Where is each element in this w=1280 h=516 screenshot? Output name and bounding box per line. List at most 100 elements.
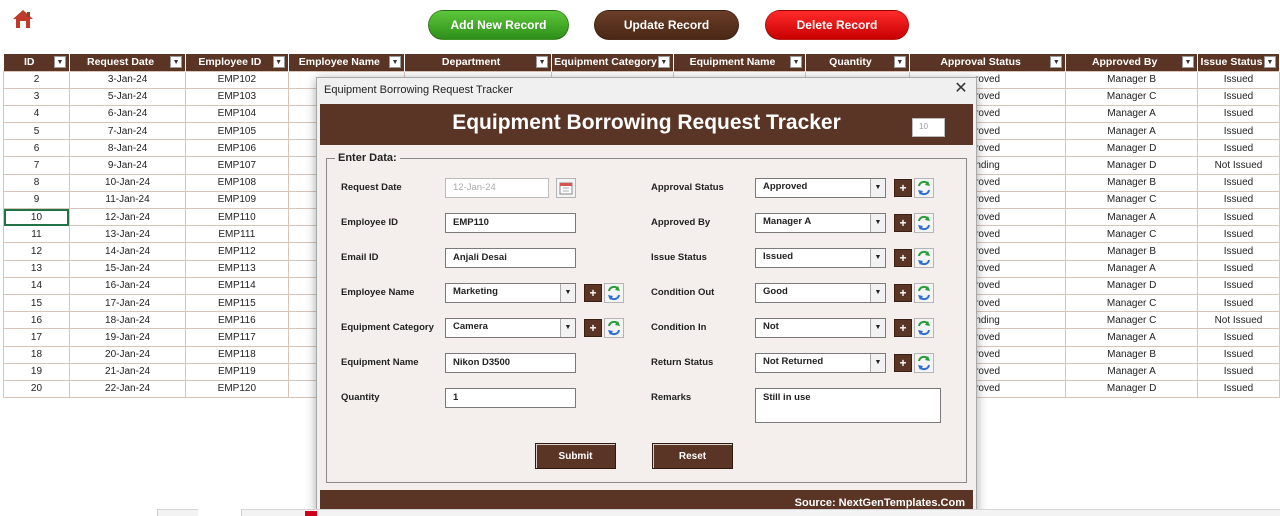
table-cell[interactable]: Manager A <box>1065 104 1198 124</box>
table-cell[interactable]: EMP102 <box>185 70 289 89</box>
table-cell[interactable]: Issued <box>1196 379 1280 399</box>
return-status-combo[interactable]: Not Returned ▼ <box>755 353 886 373</box>
add-condition-out-button[interactable]: + <box>894 284 912 302</box>
table-cell[interactable]: Manager A <box>1065 122 1198 141</box>
sheet-tab[interactable] <box>0 509 158 516</box>
table-cell[interactable]: 5 <box>3 122 70 141</box>
table-cell[interactable]: 15 <box>3 293 70 313</box>
table-cell[interactable]: Issued <box>1196 70 1280 89</box>
table-cell[interactable]: 14-Jan-24 <box>68 242 187 261</box>
column-header[interactable]: Issue Status ▼ <box>1197 54 1280 71</box>
table-cell[interactable]: Issued <box>1196 259 1280 278</box>
record-number-field[interactable]: 10 <box>912 118 945 137</box>
table-cell[interactable]: EMP119 <box>185 362 289 381</box>
chevron-down-icon[interactable]: ▼ <box>870 214 885 232</box>
table-cell[interactable]: Issued <box>1196 328 1280 347</box>
table-cell[interactable]: 19-Jan-24 <box>68 328 187 347</box>
column-header[interactable]: Approved By ▼ <box>1065 54 1198 71</box>
condition-out-combo[interactable]: Good ▼ <box>755 283 886 303</box>
table-cell[interactable]: 16-Jan-24 <box>68 276 187 295</box>
table-cell[interactable]: Manager A <box>1065 207 1198 227</box>
quantity-input[interactable]: 1 <box>445 388 576 408</box>
table-cell[interactable]: Manager D <box>1065 276 1198 295</box>
table-cell[interactable]: Manager D <box>1065 379 1198 399</box>
table-cell[interactable]: EMP118 <box>185 345 289 364</box>
table-cell[interactable]: Manager D <box>1065 156 1198 175</box>
chevron-down-icon[interactable]: ▼ <box>870 284 885 302</box>
table-cell[interactable]: Issued <box>1196 362 1280 381</box>
table-cell[interactable]: Issued <box>1196 104 1280 124</box>
table-cell[interactable]: 11 <box>3 225 70 244</box>
table-cell[interactable]: 18 <box>3 345 70 364</box>
table-cell[interactable]: EMP120 <box>185 379 289 399</box>
table-cell[interactable]: 9 <box>3 190 70 210</box>
table-cell[interactable]: Manager B <box>1065 242 1198 261</box>
table-cell[interactable]: Issued <box>1196 242 1280 261</box>
table-cell[interactable]: 5-Jan-24 <box>68 87 187 106</box>
table-cell[interactable]: Manager C <box>1065 293 1198 313</box>
issue-status-combo[interactable]: Issued ▼ <box>755 248 886 268</box>
table-cell[interactable]: Issued <box>1196 276 1280 295</box>
add-condition-in-button[interactable]: + <box>894 319 912 337</box>
table-cell[interactable]: Issued <box>1196 293 1280 313</box>
table-cell[interactable]: 2 <box>3 70 70 89</box>
table-cell[interactable]: Issued <box>1196 87 1280 106</box>
table-cell[interactable]: 10 <box>3 207 70 227</box>
equipment-name-input[interactable]: Nikon D3500 <box>445 353 576 373</box>
table-cell[interactable]: 22-Jan-24 <box>68 379 187 399</box>
table-cell[interactable]: EMP106 <box>185 139 289 158</box>
table-cell[interactable]: EMP111 <box>185 225 289 244</box>
column-header[interactable]: Equipment Category ▼ <box>551 54 674 71</box>
filter-dropdown-icon[interactable]: ▼ <box>790 56 803 68</box>
table-cell[interactable]: Manager B <box>1065 345 1198 364</box>
table-cell[interactable]: 8-Jan-24 <box>68 139 187 158</box>
refresh-icon[interactable] <box>914 248 934 268</box>
refresh-icon[interactable] <box>914 178 934 198</box>
table-cell[interactable]: Issued <box>1196 122 1280 141</box>
table-cell[interactable]: 8 <box>3 173 70 192</box>
table-cell[interactable]: Manager A <box>1065 328 1198 347</box>
chevron-down-icon[interactable]: ▼ <box>870 249 885 267</box>
submit-button[interactable]: Submit <box>535 443 616 469</box>
chevron-down-icon[interactable]: ▼ <box>870 354 885 372</box>
table-cell[interactable]: 17-Jan-24 <box>68 293 187 313</box>
refresh-icon[interactable] <box>604 318 624 338</box>
column-header[interactable]: Employee ID ▼ <box>185 54 289 71</box>
table-cell[interactable]: Manager C <box>1065 190 1198 210</box>
table-cell[interactable]: 15-Jan-24 <box>68 259 187 278</box>
table-cell[interactable]: 11-Jan-24 <box>68 190 187 210</box>
table-cell[interactable]: EMP115 <box>185 293 289 313</box>
chevron-down-icon[interactable]: ▼ <box>870 319 885 337</box>
table-cell[interactable]: Issued <box>1196 139 1280 158</box>
table-cell[interactable]: 17 <box>3 328 70 347</box>
filter-dropdown-icon[interactable]: ▼ <box>893 56 906 68</box>
refresh-icon[interactable] <box>914 283 934 303</box>
table-cell[interactable]: EMP116 <box>185 311 289 330</box>
filter-dropdown-icon[interactable]: ▼ <box>170 56 183 68</box>
filter-dropdown-icon[interactable]: ▼ <box>1264 56 1276 68</box>
table-cell[interactable]: 19 <box>3 362 70 381</box>
request-date-input[interactable]: 12-Jan-24 <box>445 178 549 198</box>
table-cell[interactable]: Issued <box>1196 225 1280 244</box>
table-cell[interactable]: Manager C <box>1065 311 1198 330</box>
filter-dropdown-icon[interactable]: ▼ <box>272 56 285 68</box>
reset-button[interactable]: Reset <box>652 443 733 469</box>
column-header[interactable]: Request Date ▼ <box>69 54 187 71</box>
column-header[interactable]: Department ▼ <box>404 54 553 71</box>
table-cell[interactable]: EMP113 <box>185 259 289 278</box>
table-cell[interactable]: EMP103 <box>185 87 289 106</box>
table-cell[interactable]: 4 <box>3 104 70 124</box>
update-record-button[interactable]: Update Record <box>594 10 739 40</box>
remarks-textarea[interactable]: Still in use <box>755 388 941 423</box>
table-cell[interactable]: EMP108 <box>185 173 289 192</box>
approval-status-combo[interactable]: Approved ▼ <box>755 178 886 198</box>
refresh-icon[interactable] <box>914 353 934 373</box>
add-employee-name-button[interactable]: + <box>584 284 602 302</box>
add-equipment-category-button[interactable]: + <box>584 319 602 337</box>
table-cell[interactable]: 12 <box>3 242 70 261</box>
chevron-down-icon[interactable]: ▼ <box>560 284 575 302</box>
table-cell[interactable]: 20 <box>3 379 70 399</box>
table-cell[interactable]: EMP107 <box>185 156 289 175</box>
employee-id-input[interactable]: EMP110 <box>445 213 576 233</box>
table-cell[interactable]: 16 <box>3 311 70 330</box>
